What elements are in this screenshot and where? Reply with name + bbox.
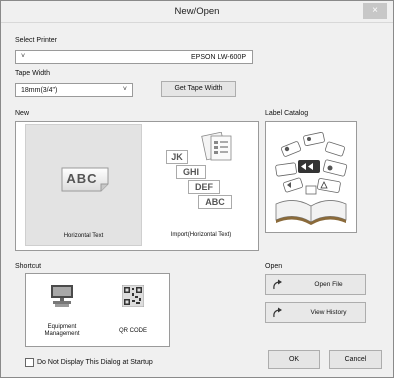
equipment-management-label: Equipment Management [44,324,80,337]
import-label-abc: ABC [198,195,232,209]
equipment-management-icon [51,285,73,307]
import-document-icon [201,132,232,161]
qr-code-icon [122,285,144,307]
select-printer-label: Select Printer [15,37,58,44]
get-tape-width-button[interactable]: Get Tape Width [161,81,236,97]
printer-select[interactable]: ˅ EPSON LW-600P [15,50,253,64]
label-catalog-panel[interactable] [265,121,357,233]
label-catalog-label: Label Catalog [265,110,309,117]
label-catalog-book-icon [275,132,348,225]
new-section-label: New [15,110,30,117]
tape-width-select[interactable]: 18mm(3/4") ˅ [15,83,133,97]
title-bar: New/Open × [1,1,393,23]
tape-width-value: 18mm(3/4") [21,87,58,94]
view-history-button[interactable]: View History [265,302,366,323]
open-file-icon [273,279,282,290]
horizontal-text-tile[interactable]: ABC Horizontal Text [25,124,142,246]
chevron-down-icon: ˅ [21,53,26,60]
horizontal-text-label: Horizontal Text [63,233,104,239]
view-history-label: View History [310,309,347,316]
import-horizontal-text-label: Import(Horizontal Text) [170,232,232,238]
ok-button[interactable]: OK [268,350,320,369]
tape-width-label: Tape Width [15,70,51,77]
equipment-management-shortcut[interactable]: Equipment Management [30,278,94,344]
shortcut-section-label: Shortcut [15,263,42,270]
cancel-button[interactable]: Cancel [329,350,382,369]
new-panel: ABC Horizontal Text JK GHI DEF ABC Impor… [15,121,259,251]
import-label-def: DEF [188,180,220,194]
abc-preview-text: ABC [66,171,98,186]
window-title: New/Open [174,6,220,17]
open-section-label: Open [265,263,283,270]
import-horizontal-text-tile[interactable]: JK GHI DEF ABC Import(Horizontal Text) [146,124,256,246]
view-history-icon [273,307,282,318]
startup-checkbox[interactable] [25,358,34,367]
qr-code-shortcut[interactable]: QR CODE [100,278,166,344]
close-button[interactable]: × [363,3,387,19]
import-label-jk: JK [166,150,188,164]
startup-checkbox-label[interactable]: Do Not Display This Dialog at Startup [37,359,153,366]
new-open-dialog: New/Open × Select Printer ˅ EPSON LW-600… [0,0,394,378]
open-file-button[interactable]: Open File [265,274,366,295]
open-file-label: Open File [314,281,343,288]
import-label-ghi: GHI [176,165,206,179]
shortcut-panel: Equipment Management QR CODE [25,273,170,347]
qr-code-label: QR CODE [118,328,147,334]
printer-select-value: EPSON LW-600P [191,54,246,61]
chevron-down-icon: ˅ [122,86,127,93]
